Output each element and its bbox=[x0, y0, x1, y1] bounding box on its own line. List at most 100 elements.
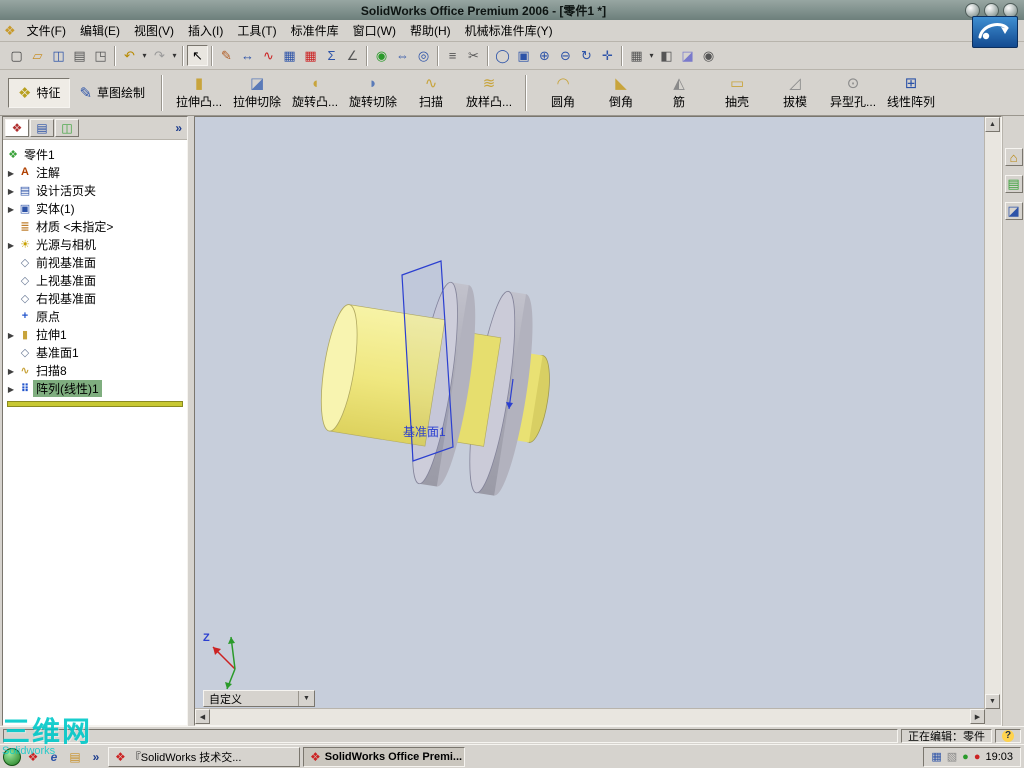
expand-arrow-icon[interactable] bbox=[5, 165, 17, 179]
list-icon[interactable]: ≡ bbox=[442, 45, 463, 66]
features-tab-button[interactable]: ❖ 特征 bbox=[8, 77, 71, 108]
cut-icon[interactable]: ✂ bbox=[463, 45, 484, 66]
print-preview-icon[interactable]: ◳ bbox=[90, 45, 111, 66]
tree-item-top-plane[interactable]: ◇ 上视基准面 bbox=[5, 271, 185, 289]
expand-arrow-icon[interactable] bbox=[5, 183, 17, 197]
open-folder-icon[interactable]: ▱ bbox=[27, 45, 48, 66]
home-icon[interactable]: ⌂ bbox=[1004, 148, 1023, 166]
model-canvas[interactable]: 基准面1 Z 自定义 bbox=[195, 117, 985, 709]
file-explorer-icon[interactable]: ◪ bbox=[1004, 202, 1023, 220]
save-icon[interactable]: ◫ bbox=[48, 45, 69, 66]
spline-icon[interactable]: ∿ bbox=[258, 45, 279, 66]
tree-item-front-plane[interactable]: ◇ 前视基准面 bbox=[5, 253, 185, 271]
app-tray-icon[interactable]: ▦ bbox=[931, 750, 941, 763]
tree-item-lights-cameras[interactable]: ☀ 光源与相机 bbox=[5, 235, 185, 253]
configurationmanager-tab[interactable]: ◫ bbox=[55, 119, 79, 137]
vertical-scrollbar[interactable]: ▲ ▼ bbox=[984, 117, 1001, 709]
menu-window[interactable]: 窗口(W) bbox=[346, 19, 403, 42]
plane-label[interactable]: 基准面1 bbox=[403, 423, 446, 440]
menu-standard-library[interactable]: 标准件库 bbox=[284, 19, 346, 42]
section-view-icon[interactable]: ◪ bbox=[677, 45, 698, 66]
antivirus-tray-icon[interactable]: ● bbox=[962, 751, 969, 763]
tree-item-material[interactable]: ≣ 材质 <未指定> bbox=[5, 217, 185, 235]
task-button-solidworks[interactable]: ❖ SolidWorks Office Premi... bbox=[303, 746, 465, 767]
extruded-boss-button[interactable]: ▮ 拉伸凸... bbox=[170, 73, 228, 113]
expand-arrow-icon[interactable] bbox=[5, 381, 17, 395]
select-arrow-icon[interactable]: ↖ bbox=[187, 45, 208, 66]
mate-icon[interactable]: ⇔ bbox=[392, 45, 413, 66]
quicklaunch-overflow-chevron-icon[interactable]: » bbox=[87, 748, 105, 766]
constraint-icon[interactable]: ◎ bbox=[413, 45, 434, 66]
scroll-down-icon[interactable]: ▼ bbox=[985, 694, 1000, 709]
panel-collapse-chevron-icon[interactable]: » bbox=[175, 121, 182, 135]
scroll-up-icon[interactable]: ▲ bbox=[985, 117, 1000, 132]
view-orientation-combo[interactable]: 自定义 bbox=[203, 690, 315, 707]
tree-item-plane1[interactable]: ◇ 基准面1 bbox=[5, 343, 185, 361]
menu-insert[interactable]: 插入(I) bbox=[181, 19, 230, 42]
tree-item-extrude1[interactable]: ▮ 拉伸1 bbox=[5, 325, 185, 343]
scroll-right-icon[interactable]: ▶ bbox=[970, 709, 985, 724]
menu-view[interactable]: 视图(V) bbox=[127, 19, 181, 42]
tree-item-right-plane[interactable]: ◇ 右视基准面 bbox=[5, 289, 185, 307]
tree-item-pattern-linear1[interactable]: ⠿ 阵列(线性)1 bbox=[5, 379, 185, 397]
grid-icon[interactable]: ▦ bbox=[279, 45, 300, 66]
linear-pattern-button[interactable]: ⊞ 线性阵列 bbox=[882, 73, 940, 113]
redo-icon[interactable]: ↷ bbox=[149, 45, 170, 66]
tree-item-design-binder[interactable]: ▤ 设计活页夹 bbox=[5, 181, 185, 199]
combo-dropdown-icon[interactable] bbox=[298, 691, 314, 706]
tree-item-annotations[interactable]: A 注解 bbox=[5, 163, 185, 181]
chamfer-button[interactable]: ◣ 倒角 bbox=[592, 73, 650, 113]
propertymanager-tab[interactable]: ▤ bbox=[30, 119, 54, 137]
zoom-out-icon[interactable]: ⊖ bbox=[555, 45, 576, 66]
new-document-icon[interactable]: ▢ bbox=[6, 45, 27, 66]
part-model[interactable] bbox=[195, 117, 985, 709]
view-orientation-icon[interactable]: ▦ bbox=[626, 45, 647, 66]
smart-dimension-icon[interactable]: ↔ bbox=[237, 45, 258, 66]
draft-button[interactable]: ◿ 拔模 bbox=[766, 73, 824, 113]
expand-arrow-icon[interactable] bbox=[5, 327, 17, 341]
extruded-cut-button[interactable]: ◪ 拉伸切除 bbox=[228, 73, 286, 113]
design-table-icon[interactable]: ▦ bbox=[300, 45, 321, 66]
scroll-left-icon[interactable]: ◀ bbox=[195, 709, 210, 724]
tree-item-sweep8[interactable]: ∿ 扫描8 bbox=[5, 361, 185, 379]
undo-dropdown-icon[interactable] bbox=[140, 51, 149, 60]
undo-icon[interactable]: ↶ bbox=[119, 45, 140, 66]
tree-root-part[interactable]: ❖ 零件1 bbox=[5, 145, 185, 163]
revolved-boss-button[interactable]: ◖ 旋转凸... bbox=[286, 73, 344, 113]
redo-dropdown-icon[interactable] bbox=[170, 51, 179, 60]
loft-button[interactable]: ≋ 放样凸... bbox=[460, 73, 518, 113]
zoom-fit-icon[interactable]: ◯ bbox=[492, 45, 513, 66]
menu-tools[interactable]: 工具(T) bbox=[230, 19, 283, 42]
design-library-icon[interactable]: ▤ bbox=[1004, 175, 1023, 193]
tree-item-origin[interactable]: + 原点 bbox=[5, 307, 185, 325]
menu-help[interactable]: 帮助(H) bbox=[403, 19, 458, 42]
rib-button[interactable]: ◭ 筋 bbox=[650, 73, 708, 113]
print-icon[interactable]: ▤ bbox=[69, 45, 90, 66]
expand-arrow-icon[interactable] bbox=[5, 237, 17, 251]
shell-button[interactable]: ▭ 抽壳 bbox=[708, 73, 766, 113]
sketch-icon[interactable]: ✎ bbox=[216, 45, 237, 66]
quicklaunch-solidworks-icon[interactable]: ❖ bbox=[24, 748, 42, 766]
menu-file[interactable]: 文件(F) bbox=[20, 19, 73, 42]
task-button-forum[interactable]: ❖ 『SolidWorks 技术交... bbox=[108, 746, 300, 767]
start-icon[interactable] bbox=[3, 747, 21, 766]
expand-arrow-icon[interactable] bbox=[5, 201, 17, 215]
rotate-view-icon[interactable]: ↻ bbox=[576, 45, 597, 66]
title-bar[interactable]: SolidWorks Office Premium 2006 - [零件1 *] bbox=[0, 0, 1024, 20]
alert-tray-icon[interactable]: ● bbox=[974, 751, 981, 763]
hole-wizard-button[interactable]: ⊙ 异型孔... bbox=[824, 73, 882, 113]
display-style-icon[interactable]: ◧ bbox=[656, 45, 677, 66]
menu-edit[interactable]: 编辑(E) bbox=[73, 19, 127, 42]
rollback-bar[interactable] bbox=[7, 401, 183, 407]
featuremanager-tab[interactable]: ❖ bbox=[5, 119, 29, 137]
zoom-area-icon[interactable]: ▣ bbox=[513, 45, 534, 66]
tree-item-solid-bodies[interactable]: ▣ 实体(1) bbox=[5, 199, 185, 217]
quicklaunch-browser-icon[interactable]: e bbox=[45, 748, 63, 766]
revolved-cut-button[interactable]: ◗ 旋转切除 bbox=[344, 73, 402, 113]
rebuild-icon[interactable]: ◉ bbox=[371, 45, 392, 66]
expand-arrow-icon[interactable] bbox=[5, 363, 17, 377]
menu-mech-library[interactable]: 机械标准件库(Y) bbox=[458, 19, 560, 42]
fillet-button[interactable]: ◠ 圆角 bbox=[534, 73, 592, 113]
help-icon[interactable]: ? bbox=[1002, 729, 1014, 742]
zoom-in-icon[interactable]: ⊕ bbox=[534, 45, 555, 66]
